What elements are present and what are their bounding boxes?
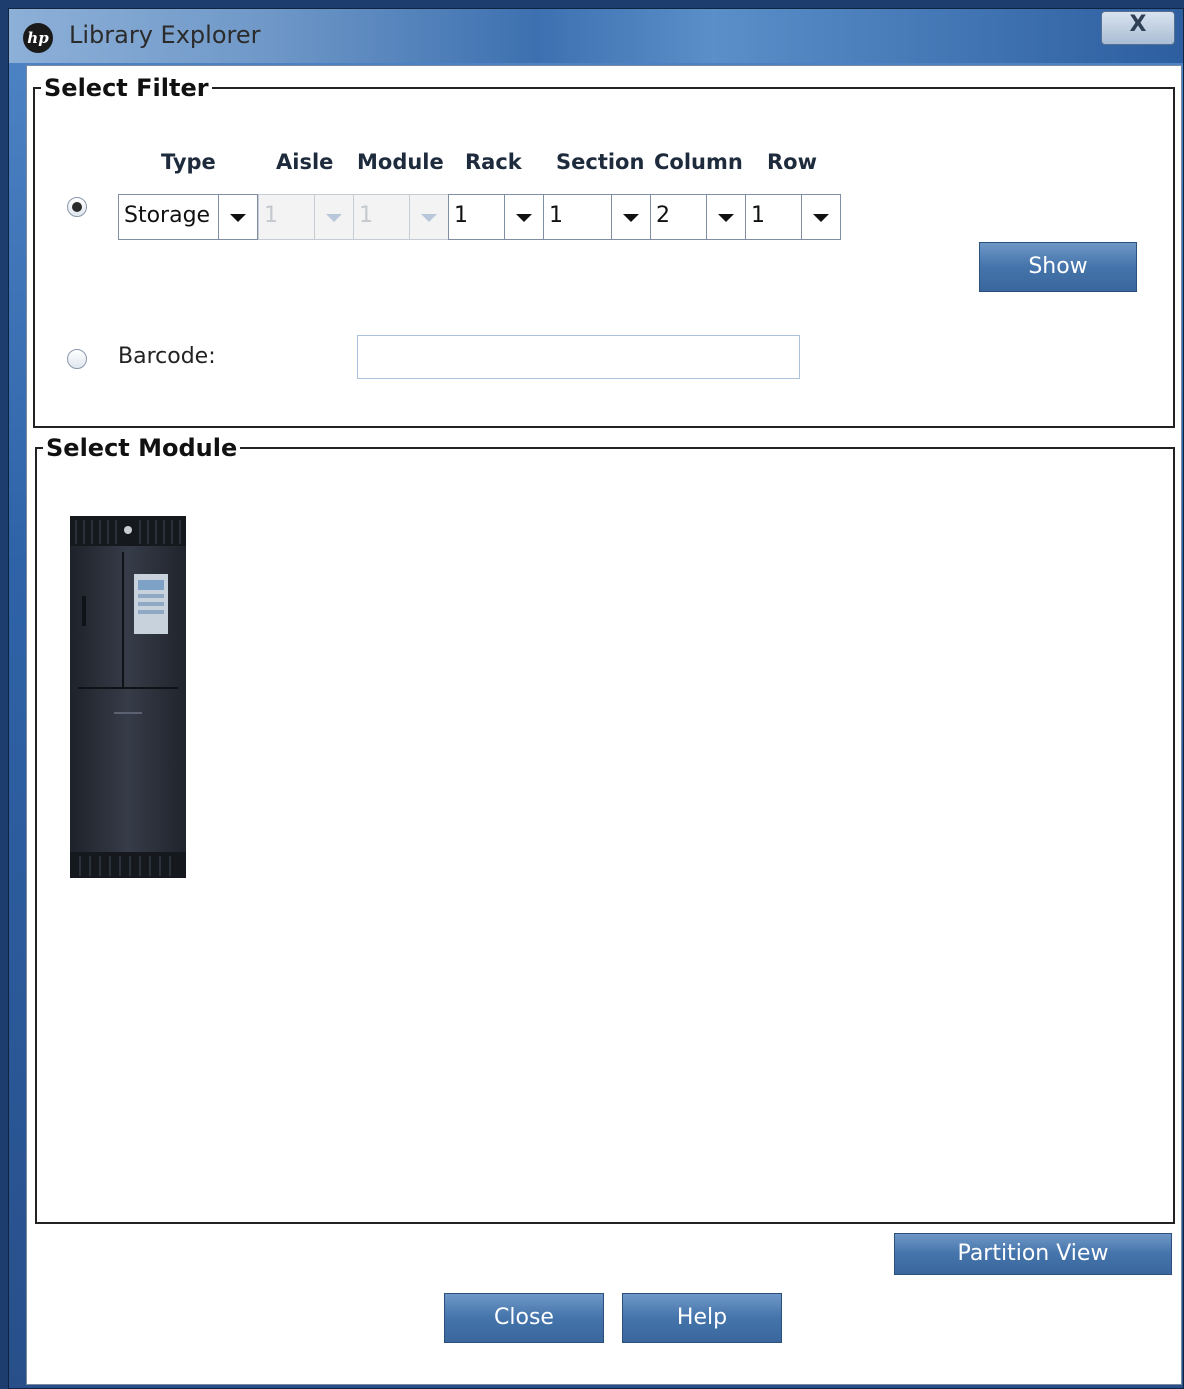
aisle-select: 1 (258, 194, 354, 240)
column-header: Column (654, 150, 743, 174)
type-select[interactable]: Storage (118, 194, 258, 240)
close-button[interactable]: Close (444, 1293, 604, 1343)
select-filter-legend: Select Filter (44, 74, 209, 102)
type-select-value: Storage (124, 203, 211, 228)
title-bar[interactable]: hp Library Explorer X (9, 9, 1183, 63)
library-explorer-window: hp Library Explorer X Select Filter Type… (8, 8, 1184, 1389)
window-title: Library Explorer (69, 21, 261, 49)
chevron-down-icon[interactable] (218, 195, 257, 239)
dialog-body: Select Filter Type Aisle Module Rack Sec… (26, 65, 1182, 1385)
chevron-down-icon[interactable] (611, 195, 650, 239)
chevron-down-icon[interactable] (706, 195, 745, 239)
window-close-button[interactable]: X (1101, 11, 1175, 45)
tape-library-module-image[interactable] (70, 516, 186, 878)
column-select[interactable]: 2 (650, 194, 746, 240)
row-select[interactable]: 1 (745, 194, 841, 240)
section-header: Section (556, 150, 645, 174)
chevron-down-icon (409, 195, 448, 239)
module-select-value: 1 (359, 203, 373, 228)
select-module-group: Select Module (35, 436, 1175, 1224)
barcode-filter-radio[interactable] (67, 349, 87, 369)
partition-view-button[interactable]: Partition View (894, 1233, 1172, 1275)
section-select-value: 1 (549, 203, 563, 228)
section-select[interactable]: 1 (543, 194, 651, 240)
row-header: Row (767, 150, 817, 174)
show-button[interactable]: Show (979, 242, 1137, 292)
select-module-legend: Select Module (46, 434, 238, 462)
module-select: 1 (353, 194, 449, 240)
rack-select-value: 1 (454, 203, 468, 228)
row-select-value: 1 (751, 203, 765, 228)
rack-select[interactable]: 1 (448, 194, 544, 240)
location-filter-radio[interactable] (67, 197, 87, 217)
aisle-header: Aisle (276, 150, 334, 174)
aisle-select-value: 1 (264, 203, 278, 228)
rack-header: Rack (465, 150, 522, 174)
type-header: Type (161, 150, 216, 174)
chevron-down-icon (314, 195, 353, 239)
module-header: Module (357, 150, 444, 174)
hp-logo-icon: hp (23, 23, 53, 53)
help-button[interactable]: Help (622, 1293, 782, 1343)
chevron-down-icon[interactable] (504, 195, 543, 239)
barcode-input[interactable] (357, 335, 800, 379)
chevron-down-icon[interactable] (801, 195, 840, 239)
barcode-label: Barcode: (118, 344, 216, 369)
column-select-value: 2 (656, 203, 670, 228)
